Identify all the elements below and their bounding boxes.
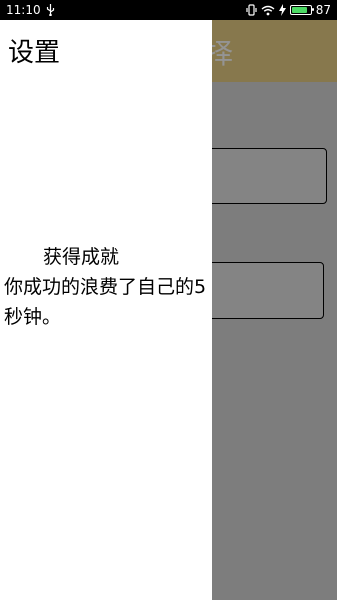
status-right: 87 — [246, 3, 331, 17]
status-bar: 11:10 87 — [0, 0, 337, 20]
vibrate-icon — [246, 4, 257, 16]
charging-icon — [278, 4, 286, 16]
battery-fill — [291, 7, 308, 13]
drawer-title: 设置 — [8, 38, 61, 68]
battery-level: 87 — [315, 3, 331, 17]
status-left: 11:10 — [6, 3, 56, 17]
status-time: 11:10 — [6, 3, 41, 17]
usb-icon — [45, 4, 56, 16]
achievement-description: 你成功的浪费了自己的5秒钟。 — [4, 276, 207, 328]
app-screen: 11:10 87 择 设置 获得成就 你成功的浪费了自己的5秒钟。 — [0, 0, 337, 600]
achievement-title: 获得成就 — [43, 246, 120, 268]
battery-icon — [289, 5, 315, 15]
achievement-message: 获得成就 你成功的浪费了自己的5秒钟。 — [0, 242, 212, 332]
wifi-icon — [261, 4, 275, 16]
settings-drawer: 设置 获得成就 你成功的浪费了自己的5秒钟。 — [0, 20, 212, 600]
